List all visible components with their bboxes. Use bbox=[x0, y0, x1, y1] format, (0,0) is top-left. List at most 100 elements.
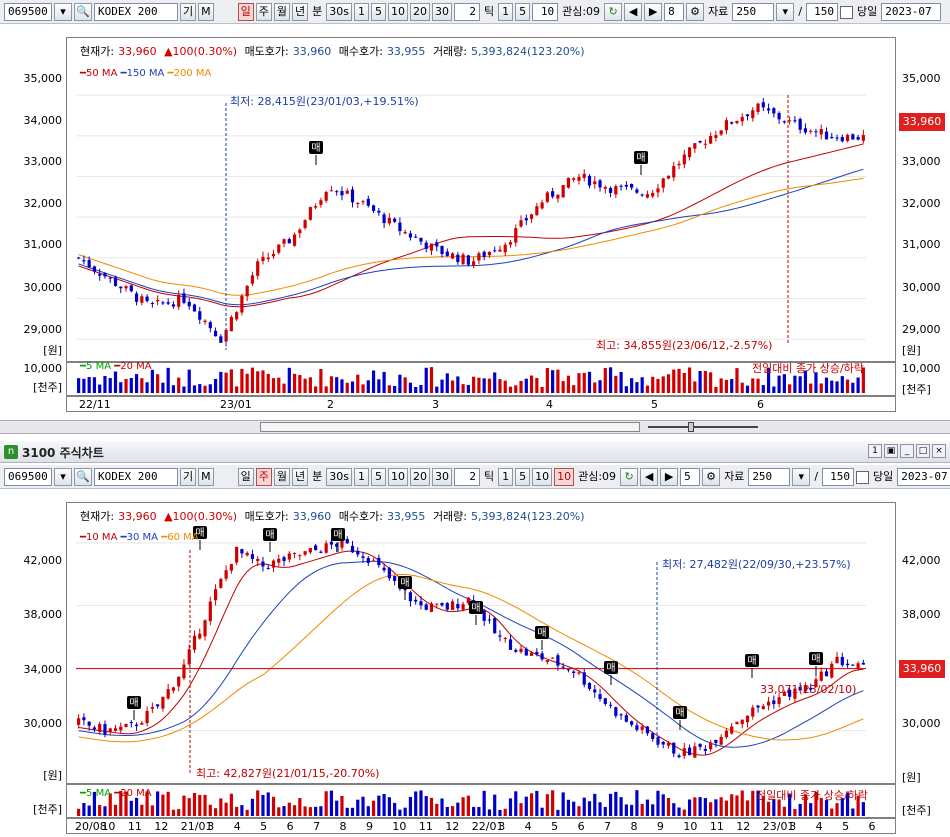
tick-input[interactable]: 2 bbox=[453, 467, 480, 486]
dropdown-arrow-icon[interactable]: ▾ bbox=[54, 2, 72, 21]
candle-body bbox=[666, 175, 671, 179]
minute-5-button[interactable]: 5 bbox=[370, 467, 386, 486]
candle-body bbox=[77, 718, 81, 725]
minute-5-button[interactable]: 5 bbox=[370, 2, 386, 21]
minute-30s-button[interactable]: 30s bbox=[326, 467, 352, 486]
stock-code-input[interactable]: 069500 bbox=[4, 2, 52, 21]
date-field[interactable]: 2023-07 bbox=[897, 467, 950, 486]
zoom-slider-thumb[interactable] bbox=[688, 422, 694, 432]
count-input[interactable]: 5 bbox=[680, 467, 701, 486]
volume-bar bbox=[192, 385, 197, 393]
minute-10-button[interactable]: 10 bbox=[387, 467, 408, 486]
period-month-button[interactable]: 월 bbox=[273, 2, 290, 21]
range-input[interactable]: 150 bbox=[822, 467, 855, 486]
candle-body bbox=[529, 652, 534, 656]
minute-1-button[interactable]: 1 bbox=[353, 467, 369, 486]
volume-bar bbox=[856, 377, 860, 393]
tick-10-button[interactable]: 10 bbox=[532, 467, 553, 486]
candle-body bbox=[335, 191, 339, 193]
stock-name-field[interactable]: KODEX 200 bbox=[94, 2, 178, 21]
period-week-button[interactable]: 주 bbox=[255, 2, 272, 21]
period-year-button[interactable]: 년 bbox=[292, 467, 309, 486]
minute-20-button[interactable]: 20 bbox=[409, 2, 430, 21]
period-day-button[interactable]: 일 bbox=[237, 467, 254, 486]
search-icon[interactable]: 🔍 bbox=[74, 2, 92, 21]
period-month-button[interactable]: 월 bbox=[273, 467, 290, 486]
range-input[interactable]: 150 bbox=[806, 2, 839, 21]
candle-body bbox=[698, 140, 702, 143]
minute-30s-button[interactable]: 30s bbox=[326, 2, 352, 21]
window-title: 3100 주식차트 bbox=[22, 446, 104, 460]
data-dropdown-icon[interactable]: ▾ bbox=[792, 467, 811, 486]
period-week-button[interactable]: 주 bbox=[255, 467, 272, 486]
period-year-button[interactable]: 년 bbox=[292, 2, 309, 21]
minute-20-button[interactable]: 20 bbox=[409, 467, 430, 486]
stock-name-field[interactable]: KODEX 200 bbox=[94, 467, 178, 486]
y-tick-left: 33,000 bbox=[23, 155, 63, 168]
candle-body bbox=[329, 190, 334, 192]
legend-ma150: ━150 MA bbox=[120, 68, 165, 79]
slash-separator: / bbox=[798, 4, 803, 18]
settings-icon[interactable]: ⚙ bbox=[686, 2, 705, 21]
zoom-slider-track[interactable] bbox=[648, 426, 758, 428]
candle-body bbox=[514, 228, 518, 243]
tick-10-active-button[interactable]: 10 bbox=[554, 467, 575, 486]
volume-bar bbox=[335, 377, 339, 393]
help-icon[interactable]: 1 bbox=[868, 444, 882, 458]
minute-1-button[interactable]: 1 bbox=[353, 2, 369, 21]
m-button[interactable]: M bbox=[198, 467, 214, 486]
close-icon[interactable]: × bbox=[932, 444, 946, 458]
volume-bar bbox=[551, 370, 555, 393]
data-count-select[interactable]: 250 bbox=[732, 2, 775, 21]
date-field[interactable]: 2023-07 bbox=[881, 2, 942, 21]
candle-body bbox=[614, 186, 618, 195]
candle-body bbox=[82, 717, 86, 721]
count-input[interactable]: 8 bbox=[664, 2, 685, 21]
tick-1-button[interactable]: 1 bbox=[498, 2, 514, 21]
refresh-icon[interactable]: ↻ bbox=[604, 2, 623, 21]
tick-5-button[interactable]: 5 bbox=[515, 2, 531, 21]
prev-arrow-icon[interactable]: ◀ bbox=[624, 2, 643, 21]
minimize-icon[interactable]: _ bbox=[900, 444, 914, 458]
data-count-select[interactable]: 250 bbox=[748, 467, 791, 486]
link-icon[interactable]: ▣ bbox=[884, 444, 898, 458]
tick-1-button[interactable]: 1 bbox=[498, 467, 514, 486]
candle-body bbox=[635, 725, 639, 730]
minute-10-button[interactable]: 10 bbox=[387, 2, 408, 21]
minute-30-button[interactable]: 30 bbox=[431, 2, 452, 21]
today-checkbox[interactable] bbox=[856, 471, 870, 484]
candle-body bbox=[545, 660, 549, 663]
data-dropdown-icon[interactable]: ▾ bbox=[776, 2, 795, 21]
x-label: 11 bbox=[418, 820, 433, 833]
volume-bar bbox=[472, 376, 476, 393]
m-button[interactable]: M bbox=[198, 2, 214, 21]
horizontal-scrollbar[interactable] bbox=[260, 422, 640, 432]
volume-bar bbox=[156, 791, 160, 816]
volume-bar bbox=[519, 380, 523, 393]
interest-label: 관심:09 bbox=[578, 469, 617, 483]
period-day-button[interactable]: 일 bbox=[237, 2, 254, 21]
ki-button[interactable]: 기 bbox=[180, 2, 197, 21]
tick-input[interactable]: 2 bbox=[453, 2, 480, 21]
volume-bar bbox=[529, 375, 534, 393]
tick-10-input[interactable]: 10 bbox=[532, 2, 559, 21]
volume-bar bbox=[751, 378, 755, 393]
dropdown-arrow-icon[interactable]: ▾ bbox=[54, 467, 72, 486]
tick-5-button[interactable]: 5 bbox=[515, 467, 531, 486]
search-icon[interactable]: 🔍 bbox=[74, 467, 92, 486]
chart-scroll-strip[interactable] bbox=[0, 420, 950, 434]
stock-code-input[interactable]: 069500 bbox=[4, 467, 52, 486]
next-arrow-icon[interactable]: ▶ bbox=[644, 2, 663, 21]
settings-icon[interactable]: ⚙ bbox=[702, 467, 721, 486]
ki-button[interactable]: 기 bbox=[180, 467, 197, 486]
volume-bar bbox=[677, 807, 681, 816]
minute-30-button[interactable]: 30 bbox=[431, 467, 452, 486]
candle-body bbox=[171, 687, 176, 691]
maximize-icon[interactable]: □ bbox=[916, 444, 930, 458]
candle-body bbox=[851, 664, 855, 666]
vol-unit-right: [천주] bbox=[902, 383, 931, 396]
refresh-icon[interactable]: ↻ bbox=[620, 467, 639, 486]
next-arrow-icon[interactable]: ▶ bbox=[660, 467, 679, 486]
prev-arrow-icon[interactable]: ◀ bbox=[640, 467, 659, 486]
today-checkbox[interactable] bbox=[840, 6, 854, 19]
